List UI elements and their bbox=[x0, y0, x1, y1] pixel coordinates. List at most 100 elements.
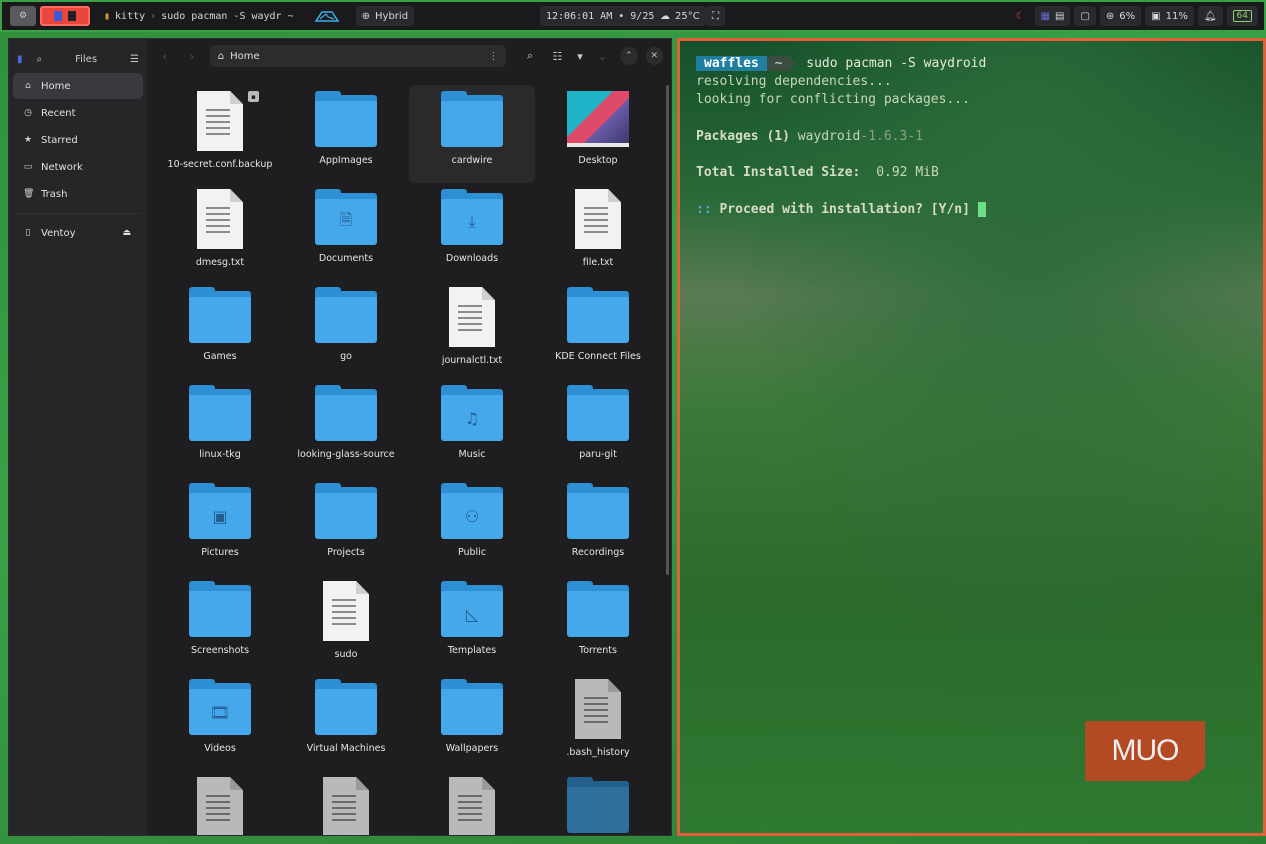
workspace-1[interactable]: ⚙ bbox=[10, 6, 36, 26]
sidebar-toggle-icon[interactable]: ▮ bbox=[17, 54, 23, 65]
terminal-app-icon bbox=[68, 11, 76, 21]
file-item[interactable]: journalctl.txt bbox=[409, 281, 535, 379]
folder-icon: ♫ bbox=[441, 385, 503, 441]
folder-icon bbox=[189, 581, 251, 637]
file-item[interactable]: 🗎 Documents bbox=[283, 183, 409, 281]
folder-icon: 🎞 bbox=[189, 679, 251, 735]
file-item[interactable]: ♫ Music bbox=[409, 379, 535, 477]
file-item[interactable]: ◺ Templates bbox=[409, 575, 535, 673]
terminal-window[interactable]: waffles ~ ▶ sudo pacman -S waydroid resolv… bbox=[677, 38, 1266, 836]
file-item[interactable]: paru-git bbox=[535, 379, 661, 477]
file-item[interactable]: cardwire bbox=[409, 85, 535, 183]
eject-icon[interactable]: ⏏ bbox=[122, 228, 131, 238]
scrollbar-track[interactable] bbox=[663, 39, 671, 835]
files-app-icon bbox=[54, 11, 62, 21]
watermark-logo: MUO bbox=[1085, 721, 1205, 781]
sidebar-item-home[interactable]: ⌂ Home bbox=[13, 73, 143, 99]
proceed-text: Proceed with installation? [Y/n] bbox=[719, 201, 970, 217]
chevron-down-icon[interactable]: ⌄ bbox=[593, 50, 612, 63]
file-item[interactable] bbox=[409, 771, 535, 835]
gpu-logo[interactable] bbox=[308, 6, 346, 26]
clipboard-icon: ▢ bbox=[1080, 10, 1090, 22]
battery[interactable]: 64 bbox=[1226, 6, 1258, 26]
search-icon[interactable]: ⌕ bbox=[37, 54, 43, 65]
home-icon: ⌂ bbox=[217, 50, 225, 62]
terminal-cursor[interactable] bbox=[977, 201, 986, 217]
expand-button[interactable]: ⛶ bbox=[706, 6, 725, 26]
sidebar-item-network[interactable]: ▭ Network bbox=[13, 154, 143, 180]
proceed-line: :: Proceed with installation? [Y/n] bbox=[696, 201, 986, 219]
clock[interactable]: 12:06:01 AM • 9/25 bbox=[540, 6, 661, 26]
menu-icon[interactable]: ☰ bbox=[130, 54, 139, 65]
file-item[interactable]: KDE Connect Files bbox=[535, 281, 661, 379]
file-item[interactable]: Wallpapers bbox=[409, 673, 535, 771]
top-panel: ⚙ ▮ kitty › sudo pacman -S waydr ~ ⊕ Hyb… bbox=[0, 0, 1266, 32]
list-view-icon[interactable]: ☷ bbox=[548, 50, 567, 63]
file-item[interactable]: looking-glass-source bbox=[283, 379, 409, 477]
weather[interactable]: ☁ 25°C bbox=[654, 6, 706, 26]
view-options-icon[interactable]: ▾ bbox=[575, 50, 585, 63]
file-item[interactable] bbox=[535, 771, 661, 835]
file-item[interactable]: sudo bbox=[283, 575, 409, 673]
gpu-mode[interactable]: ⊕ Hybrid bbox=[355, 6, 415, 26]
back-button[interactable]: ‹ bbox=[155, 50, 174, 63]
night-light-toggle[interactable]: ☾ bbox=[1010, 6, 1031, 26]
scrollbar-thumb[interactable] bbox=[666, 85, 669, 575]
file-item[interactable]: linux-tkg bbox=[157, 379, 283, 477]
cpu-usage[interactable]: ⊛ 6% bbox=[1099, 6, 1142, 26]
file-item[interactable]: go bbox=[283, 281, 409, 379]
sidebar-item-ventoy[interactable]: ▯ Ventoy ⏏ bbox=[13, 220, 143, 246]
file-item[interactable]: Desktop bbox=[535, 85, 661, 183]
file-item[interactable]: Recordings bbox=[535, 477, 661, 575]
file-name: AppImages bbox=[319, 155, 373, 166]
temperature-text: 25°C bbox=[675, 10, 700, 22]
file-name: journalctl.txt bbox=[441, 355, 503, 366]
file-item[interactable]: 🎞 Videos bbox=[157, 673, 283, 771]
file-name: paru-git bbox=[579, 449, 617, 460]
folder-icon bbox=[315, 385, 377, 441]
file-item[interactable] bbox=[283, 771, 409, 835]
file-item[interactable]: dmesg.txt bbox=[157, 183, 283, 281]
file-item[interactable]: ⚇ Public bbox=[409, 477, 535, 575]
notifications-button[interactable]: 🔔︎ bbox=[1197, 6, 1223, 26]
clipboard-button[interactable]: ▢ bbox=[1074, 6, 1096, 26]
file-item[interactable]: .bash_history bbox=[535, 673, 661, 771]
forward-button[interactable]: › bbox=[182, 50, 201, 63]
file-grid: ▪ 10-secret.conf.backup AppImages cardwire D… bbox=[157, 85, 662, 835]
folder-icon: ▣ bbox=[189, 483, 251, 539]
file-name: sudo bbox=[334, 649, 358, 660]
file-item[interactable]: Games bbox=[157, 281, 283, 379]
sidebar-item-starred[interactable]: ★ Starred bbox=[13, 127, 143, 153]
sidebar-item-trash[interactable]: 🗑︎ Trash bbox=[13, 181, 143, 207]
file-item[interactable]: Projects bbox=[283, 477, 409, 575]
file-name: cardwire bbox=[451, 155, 493, 166]
tray[interactable]: ▦ ▤ bbox=[1034, 6, 1071, 26]
memory-usage[interactable]: ▣ 11% bbox=[1145, 6, 1194, 26]
close-button[interactable]: ✕ bbox=[645, 47, 663, 65]
path-bar[interactable]: ⌂ Home ⋮ bbox=[209, 45, 507, 67]
file-item[interactable]: ▣ Pictures bbox=[157, 477, 283, 575]
file-item[interactable] bbox=[157, 771, 283, 835]
path-text: Home bbox=[230, 50, 260, 62]
file-item[interactable]: Screenshots bbox=[157, 575, 283, 673]
file-item[interactable]: Torrents bbox=[535, 575, 661, 673]
size-label: Total Installed Size: bbox=[696, 165, 861, 181]
sidebar-item-recent[interactable]: ◷ Recent bbox=[13, 100, 143, 126]
folder-icon bbox=[567, 777, 629, 833]
file-item[interactable]: ▪ 10-secret.conf.backup bbox=[157, 85, 283, 183]
file-item[interactable]: ⤓ Downloads bbox=[409, 183, 535, 281]
search-in-folder-icon[interactable]: ⌕ bbox=[520, 49, 539, 63]
window-title[interactable]: ▮ kitty › sudo pacman -S waydr ~ bbox=[98, 6, 300, 26]
file-item[interactable]: Virtual Machines bbox=[283, 673, 409, 771]
folder-glyph: ◺ bbox=[465, 604, 479, 624]
workspace-2-active[interactable] bbox=[40, 6, 90, 26]
kebab-menu-icon[interactable]: ⋮ bbox=[488, 51, 498, 62]
app-icon: ⚙ bbox=[18, 11, 28, 21]
maximize-button[interactable]: ⌃ bbox=[620, 47, 638, 65]
package-name: waydroid bbox=[797, 128, 861, 144]
file-item[interactable]: AppImages bbox=[283, 85, 409, 183]
sidebar-divider bbox=[15, 213, 141, 214]
file-item[interactable]: file.txt bbox=[535, 183, 661, 281]
text-file-icon bbox=[449, 777, 495, 835]
